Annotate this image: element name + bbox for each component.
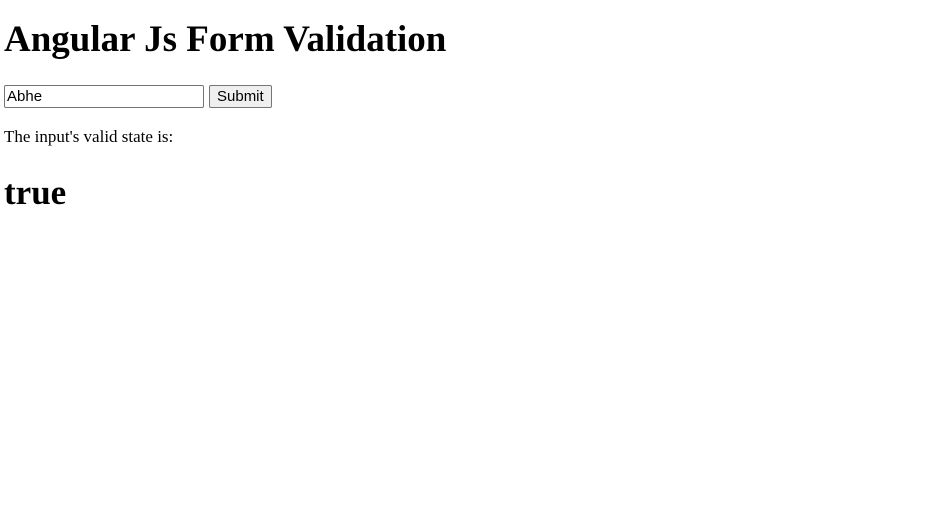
page-title: Angular Js Form Validation	[4, 19, 447, 60]
submit-button[interactable]: Submit	[209, 85, 272, 108]
validation-form: Submit	[4, 85, 272, 108]
valid-state-label: The input's valid state is:	[4, 127, 174, 146]
name-input[interactable]	[4, 85, 204, 108]
valid-state-value: true	[4, 173, 67, 212]
